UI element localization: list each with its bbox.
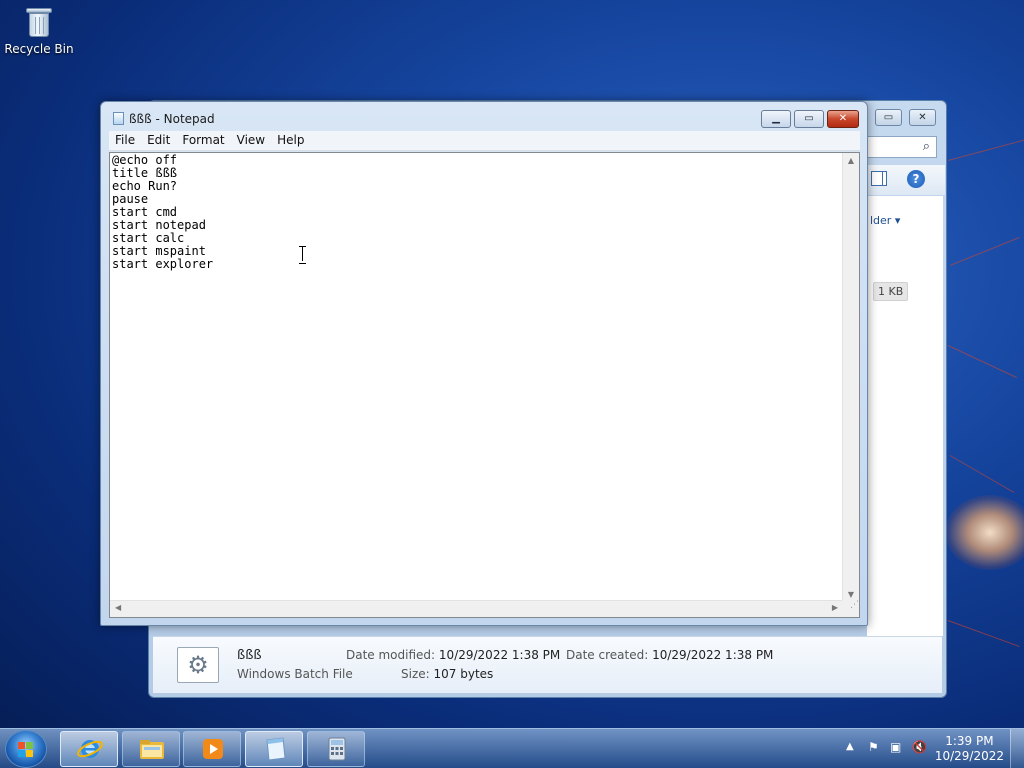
file-size-cell: 1 KB: [873, 282, 909, 301]
scroll-left-arrow-icon[interactable]: ◀: [115, 603, 121, 612]
ie-icon: [77, 740, 103, 758]
wallpaper-streak: [947, 345, 1018, 379]
menu-bar: File Edit Format View Help: [109, 131, 860, 151]
notepad-title-bar: ßßß - Notepad: [113, 112, 215, 126]
scroll-right-arrow-icon[interactable]: ▶: [832, 603, 838, 612]
wallpaper-streak: [949, 455, 1015, 493]
taskbar-internet-explorer[interactable]: [60, 731, 118, 767]
wallpaper-glow: [945, 495, 1024, 570]
editor-content[interactable]: @echo off title ßßß echo Run? pause star…: [112, 154, 213, 271]
clock[interactable]: 1:39 PM 10/29/2022: [935, 734, 1004, 764]
action-center-flag-icon[interactable]: ⚑: [868, 740, 879, 754]
menu-help[interactable]: Help: [271, 131, 310, 147]
details-file-type: Windows Batch File: [237, 667, 353, 681]
recycle-bin-shortcut[interactable]: Recycle Bin: [4, 4, 74, 56]
media-player-icon: [203, 739, 223, 759]
search-icon: ⌕: [922, 139, 930, 154]
taskbar-media-player[interactable]: [183, 731, 241, 767]
taskbar-notepad[interactable]: [245, 731, 303, 767]
explorer-search-input[interactable]: ⌕: [867, 136, 937, 158]
wallpaper-streak: [949, 236, 1020, 266]
explorer-maximize-button[interactable]: ▭: [875, 109, 902, 126]
text-editor-area[interactable]: @echo off title ßßß echo Run? pause star…: [109, 152, 860, 618]
maximize-button[interactable]: ▭: [794, 110, 824, 128]
batch-file-gear-icon: ⚙: [177, 647, 219, 683]
volume-muted-icon[interactable]: 🔇: [912, 740, 927, 754]
details-date-created: Date created: 10/29/2022 1:38 PM: [566, 648, 774, 662]
preview-pane-icon[interactable]: [871, 171, 887, 186]
show-desktop-button[interactable]: [1010, 729, 1024, 768]
menu-view[interactable]: View: [231, 131, 271, 147]
clock-time: 1:39 PM: [945, 734, 994, 748]
explorer-close-button[interactable]: ✕: [909, 109, 936, 126]
notepad-app-icon: [113, 112, 124, 125]
window-title: ßßß - Notepad: [129, 112, 215, 126]
resize-grip-icon[interactable]: ⋰: [842, 600, 859, 617]
scroll-down-arrow-icon[interactable]: ▼: [843, 590, 859, 599]
show-hidden-icons-icon[interactable]: ▲: [846, 741, 854, 752]
windows-logo-icon: [18, 742, 34, 758]
recycle-bin-icon: [26, 6, 52, 38]
taskbar: ▲ ⚑ ▣ 🔇 1:39 PM 10/29/2022: [0, 728, 1024, 768]
details-date-modified: Date modified: 10/29/2022 1:38 PM: [346, 648, 561, 662]
notepad-window[interactable]: ßßß - Notepad ▁ ▭ ✕ File Edit Format View He…: [100, 101, 868, 626]
menu-format[interactable]: Format: [176, 131, 230, 147]
system-tray: ▲ ⚑ ▣ 🔇 1:39 PM 10/29/2022: [834, 729, 1024, 768]
details-pane: ⚙ ßßß Windows Batch File Date modified: …: [153, 636, 942, 693]
start-button[interactable]: [5, 730, 47, 768]
clock-date: 10/29/2022: [934, 749, 1004, 763]
minimize-button[interactable]: ▁: [761, 110, 791, 128]
recycle-bin-label: Recycle Bin: [4, 42, 74, 56]
taskbar-calculator[interactable]: [307, 731, 365, 767]
details-size: Size: 107 bytes: [401, 667, 494, 681]
menu-file[interactable]: File: [109, 131, 141, 147]
help-icon[interactable]: ?: [907, 170, 925, 188]
folder-icon: [140, 740, 164, 759]
new-folder-button[interactable]: lder ▾: [870, 214, 900, 227]
vertical-scrollbar[interactable]: ▲ ▼: [842, 153, 859, 601]
scroll-up-arrow-icon[interactable]: ▲: [843, 156, 859, 165]
wallpaper-streak: [947, 620, 1020, 647]
network-icon[interactable]: ▣: [890, 740, 901, 754]
calculator-icon: [328, 737, 346, 761]
close-button[interactable]: ✕: [827, 110, 859, 128]
details-file-name: ßßß: [237, 648, 262, 663]
wallpaper-streak: [947, 139, 1024, 161]
text-cursor-icon: [299, 246, 307, 264]
taskbar-windows-explorer[interactable]: [122, 731, 180, 767]
explorer-file-list[interactable]: lder ▾ 1 KB: [867, 196, 943, 636]
menu-edit[interactable]: Edit: [141, 131, 176, 147]
horizontal-scrollbar[interactable]: ◀ ▶: [110, 600, 843, 617]
notepad-icon: [266, 737, 286, 761]
